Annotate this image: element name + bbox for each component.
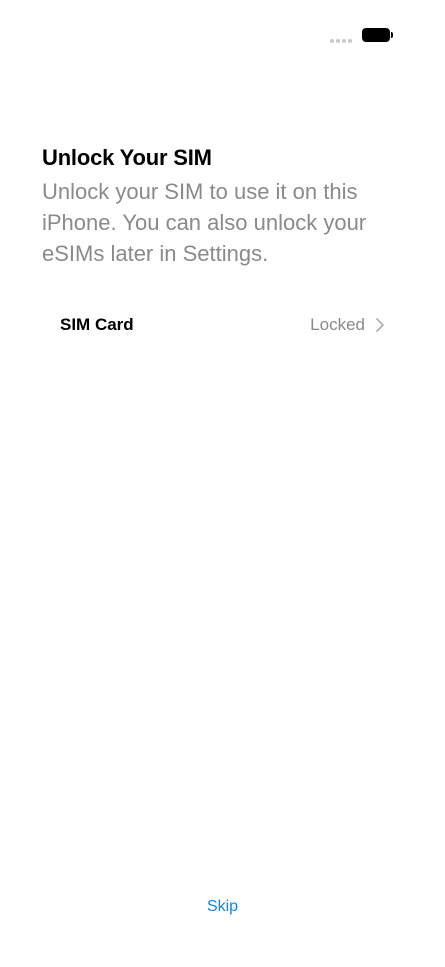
status-bar — [0, 0, 445, 60]
chevron-right-icon — [376, 318, 384, 332]
page-title: Unlock Your SIM — [42, 145, 212, 170]
sim-card-status: Locked — [310, 315, 365, 334]
sim-card-label: SIM Card — [60, 315, 134, 334]
battery-icon — [362, 28, 393, 42]
sim-card-status-group: Locked — [310, 315, 403, 335]
sim-card-row[interactable]: SIM Card Locked — [42, 306, 403, 344]
signal-dots-icon — [330, 39, 352, 43]
page-subtitle: Unlock your SIM to use it on this iPhone… — [42, 179, 367, 266]
skip-button[interactable]: Skip — [0, 898, 445, 916]
